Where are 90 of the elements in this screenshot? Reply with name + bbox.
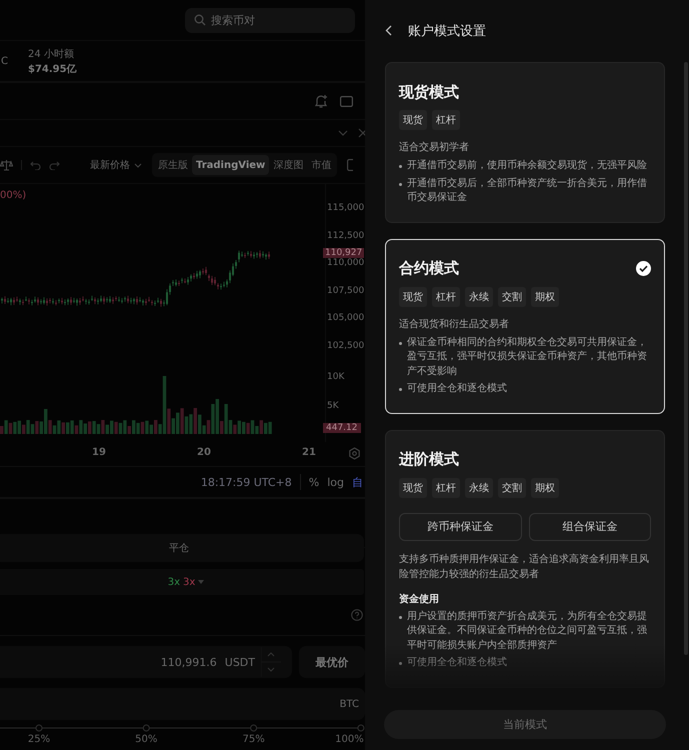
bullet-text: 开通借币交易前，使用币种余额交易现货，无强平风险: [407, 159, 647, 173]
bullet-icon: [399, 165, 402, 168]
feature-tag: 现货: [399, 478, 427, 498]
feature-tag: 杠杆: [432, 110, 460, 130]
bullet-icon: [399, 342, 402, 344]
section-heading: 资金使用: [399, 592, 440, 606]
close-icon[interactable]: [358, 128, 365, 138]
date-tick: 21: [302, 447, 316, 458]
view-tab[interactable]: TradingView: [192, 155, 270, 175]
leverage-dropdown[interactable]: 3x 3x: [0, 569, 364, 595]
mode-description: 适合交易初学者: [399, 140, 470, 155]
time-text: 18:17:59 UTC+8: [200, 476, 292, 488]
scale-icon[interactable]: [0, 159, 13, 171]
redo-icon[interactable]: [49, 160, 60, 170]
mode-description: 支持多币种质押用作保证金，适合追求高资金利用率且风险管控能力较强的衍生品交易者: [399, 552, 650, 582]
feature-tag: 交割: [498, 286, 526, 306]
feature-tag: 杠杆: [432, 286, 460, 306]
stepper-icon[interactable]: [261, 647, 281, 677]
volume-tick: 10K: [327, 372, 344, 382]
bullet-text: 开通借币交易后，全部币种资产统一折合美元，用作借币交易保证金: [407, 176, 648, 205]
price-tick: 115,000: [327, 203, 364, 213]
bullet-icon: [399, 662, 402, 665]
bullet-icon: [399, 182, 402, 186]
mode-title: 现货模式: [399, 82, 459, 102]
search-field[interactable]: 搜索币对: [185, 8, 355, 32]
bullet-icon: [399, 616, 402, 618]
log-toggle[interactable]: log: [327, 476, 344, 488]
view-tab[interactable]: 深度图: [269, 155, 308, 175]
caret-icon: [134, 162, 142, 168]
bullet-text: 保证金币种相同的合约和期权全仓交易可共用保证金，盈亏互抵，强平时仅损失保证金币种资产，其他币种资产不受影响: [407, 336, 648, 378]
margin-option-button[interactable]: 跨币种保证金: [399, 512, 522, 540]
feature-tag: 永续: [465, 478, 493, 498]
back-icon[interactable]: [385, 25, 392, 36]
close-position-button[interactable]: 平仓: [0, 534, 364, 562]
mode-card[interactable]: 进阶模式 现货 杠杆 永续 交割 期权 跨币种保证金 组合保证金 支持多币种质押用作保证金，适合追求高资金利用率且风险管控能力较强的衍生品交易者 资金使用 用户设置的质押币资产折合成美元，为所有全仓交易提供保证金。不同保证金币种的仓位之间可盈亏互抵，强平时可能损失账户内全部质押资产 可使用全仓和逐仓模式: [385, 430, 665, 688]
slider-mark-label: 100%: [335, 734, 364, 745]
view-tab[interactable]: 原生版: [154, 155, 192, 175]
square-icon[interactable]: [340, 96, 353, 106]
view-tab[interactable]: 市值: [307, 155, 336, 175]
price-tick: 112,500: [327, 230, 364, 241]
search-icon: [194, 14, 206, 26]
mode-card[interactable]: 合约模式 现货 杠杆 永续 交割 期权 适合现货和衍生品交易者 保证金币种相同的合约和期权全仓交易可共用保证金，盈亏互抵，强平时仅损失保证金币种资产，其他币种资产不受影响 可使用全仓和逐仓模式: [385, 238, 665, 414]
bullet-icon: [399, 388, 402, 391]
bullet-text: 用户设置的质押币资产折合成美元，为所有全仓交易提供保证金。不同保证金币种的仓位之间可盈亏互抵，强平时可能损失账户内全部质押资产: [407, 610, 648, 652]
slider-mark-label: 75%: [242, 734, 265, 745]
slider-track[interactable]: [0, 724, 365, 732]
bell-icon[interactable]: [314, 94, 328, 108]
stat-label: 24 小时额: [28, 48, 75, 60]
feature-tag: 杠杆: [432, 478, 460, 498]
price-tick: 107,500: [327, 286, 364, 296]
settings-icon[interactable]: [348, 447, 361, 460]
change-text: 00%): [0, 190, 26, 201]
date-tick: 20: [197, 447, 211, 458]
mode-title: 合约模式: [399, 259, 459, 278]
last-volume-tag: 447.12: [323, 423, 360, 433]
date-tick: 19: [92, 447, 106, 458]
mode-card[interactable]: 现货模式 现货 杠杆 适合交易初学者 开通借币交易前，使用币种余额交易现货，无强平风险 开通借币交易后，全部币种资产统一折合美元，用作借币交易保证金: [385, 62, 665, 222]
auto-toggle[interactable]: 自: [352, 474, 363, 490]
feature-tag: 现货: [399, 286, 427, 306]
mode-description: 适合现货和衍生品交易者: [399, 318, 510, 332]
bullet-text: 可使用全仓和逐仓模式: [407, 382, 507, 396]
symbol-text: C: [1, 56, 8, 66]
drawer-title: 账户模式设置: [408, 22, 486, 40]
price-tick: 102,500: [327, 341, 364, 351]
volume-tick: 5K: [327, 401, 339, 411]
help-icon[interactable]: [351, 609, 363, 621]
feature-tag: 现货: [399, 110, 427, 130]
price-field[interactable]: 110,991.6 USDT: [0, 646, 292, 678]
check-icon: [636, 261, 651, 276]
feature-tag: 交割: [498, 478, 526, 498]
chevron-down-icon[interactable]: [338, 130, 348, 136]
best-price-button[interactable]: 最优价: [299, 646, 365, 678]
caret-icon: [198, 580, 204, 584]
bullet-text: 可使用全仓和逐仓模式: [407, 656, 507, 670]
feature-tag: 期权: [531, 478, 559, 498]
feature-tag: 永续: [465, 286, 493, 306]
undo-icon[interactable]: [30, 160, 41, 170]
slider-mark-label: 25%: [28, 734, 50, 745]
current-mode-button[interactable]: 当前模式: [384, 710, 666, 738]
percent-toggle[interactable]: %: [308, 476, 320, 488]
margin-option-button[interactable]: 组合保证金: [528, 512, 651, 540]
stat-value: $74.95亿: [28, 62, 77, 76]
price-type-dropdown[interactable]: 最新价格: [90, 158, 142, 172]
feature-tag: 期权: [531, 286, 559, 306]
mode-title: 进阶模式: [399, 450, 459, 469]
amount-field[interactable]: BTC: [0, 688, 365, 720]
slider-mark-label: 50%: [135, 734, 158, 745]
price-tick: 105,000: [327, 313, 364, 324]
last-price-tag: 110,927: [323, 248, 364, 258]
price-tick: 110,000: [327, 258, 364, 268]
